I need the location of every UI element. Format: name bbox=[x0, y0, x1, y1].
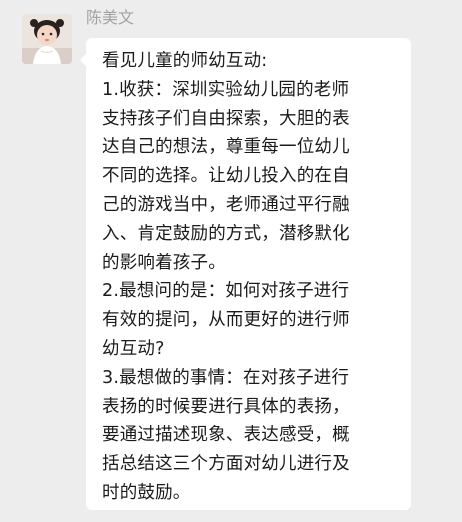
message-line: 幼互动? bbox=[102, 338, 165, 359]
message-line: 达自己的想法，尊重每一位幼儿 bbox=[102, 137, 350, 158]
message-line: 的影响着孩子。 bbox=[102, 252, 226, 273]
message-line: 己的游戏当中，老师通过平行融 bbox=[102, 194, 350, 215]
message-bubble[interactable]: 看见儿童的师幼互动: 1.收获：深圳实验幼儿园的老师 支持孩子们自由探索，大胆的表达… bbox=[80, 38, 411, 510]
message-line: 不同的选择。让幼儿投入的在自 bbox=[102, 166, 350, 187]
sender-name: 陈美文 bbox=[86, 8, 135, 27]
message-line: 1.收获：深圳实验幼儿园的老师 bbox=[102, 79, 350, 100]
message-line: 时的鼓励。 bbox=[102, 482, 191, 503]
message-line: 3.最想做的事情：在对孩子进行 bbox=[102, 367, 350, 388]
message-line: 看见儿童的师幼互动: bbox=[102, 51, 268, 71]
avatar[interactable] bbox=[22, 14, 72, 64]
message-line: 入、肯定鼓励的方式，潜移默化 bbox=[102, 223, 350, 244]
message-line: 支持孩子们自由探索，大胆的表 bbox=[102, 108, 350, 129]
message-line: 表扬的时候要进行具体的表扬， bbox=[102, 396, 350, 417]
chat-message-row: 陈美文 看见儿童的师幼互动: 1.收获：深圳实验幼儿园的老师 支持孩子们自由探索，大… bbox=[0, 0, 462, 522]
bubble-tail bbox=[80, 54, 86, 66]
message-line: 括总结这三个方面对幼儿进行及 bbox=[102, 454, 350, 475]
baby-photo-avatar-icon bbox=[22, 14, 72, 64]
message-line: 2.最想问的是：如何对孩子进行 bbox=[102, 281, 350, 302]
message-line: 要通过描述现象、表达感受，概 bbox=[102, 425, 350, 446]
message-line: 有效的提问，从而更好的进行师 bbox=[102, 310, 350, 331]
message-text: 看见儿童的师幼互动: 1.收获：深圳实验幼儿园的老师 支持孩子们自由探索，大胆的表达… bbox=[102, 47, 398, 508]
